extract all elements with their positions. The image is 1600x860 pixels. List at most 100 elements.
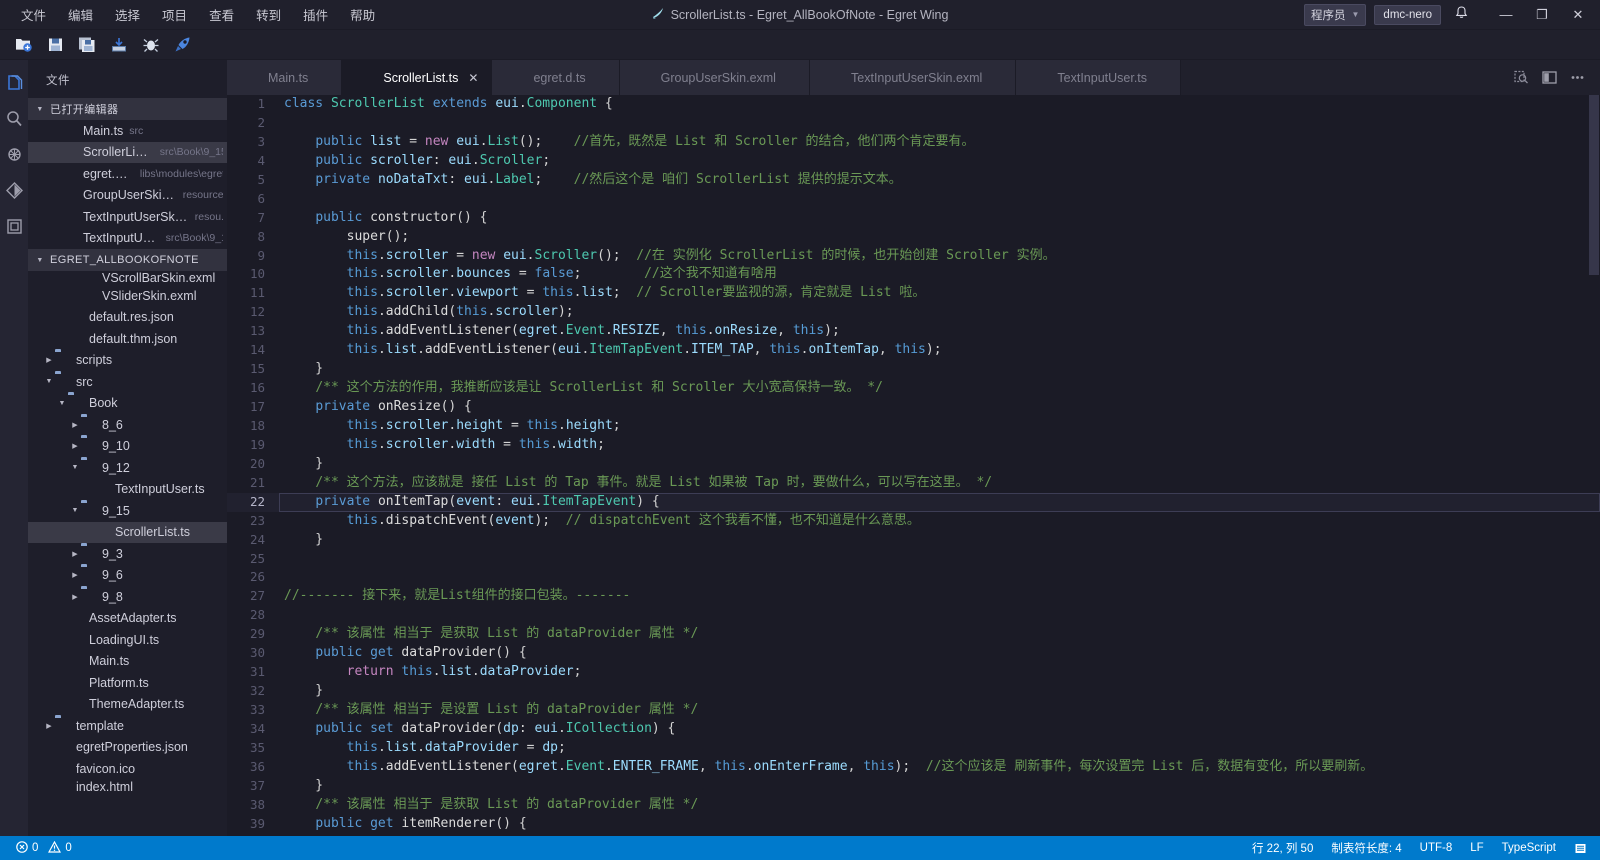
tree-file-item[interactable]: Platform.ts xyxy=(28,672,227,694)
close-button[interactable]: ✕ xyxy=(1560,0,1596,30)
run-rocket-icon[interactable] xyxy=(168,32,198,58)
tree-folder-item[interactable]: ▶ 9_8 xyxy=(28,586,227,608)
problems-status[interactable]: 0 0 xyxy=(7,836,81,860)
editor-scrollbar-thumb[interactable] xyxy=(1589,95,1599,275)
cursor-position[interactable]: 行 22, 列 50 xyxy=(1243,836,1322,860)
tree-folder-item[interactable]: ▼ 9_15 xyxy=(28,500,227,522)
twisty-expanded-icon[interactable]: ▼ xyxy=(43,378,55,385)
editor-tab[interactable]: ScrollerList.ts ✕ xyxy=(342,60,493,95)
tree-folder-item[interactable]: ▼ Book xyxy=(28,393,227,415)
menu-item-select[interactable]: 选择 xyxy=(104,0,151,29)
line-number: 33 xyxy=(249,702,265,717)
section-project-root[interactable]: ▼ EGRET_ALLBOOKOFNOTE xyxy=(28,249,227,271)
code-editor[interactable]: 1 class ScrollerList extends eui.Componen… xyxy=(227,95,1600,836)
maximize-button[interactable]: ❐ xyxy=(1524,0,1560,30)
editor-tab[interactable]: GroupUserSkin.exml✕ xyxy=(619,60,811,95)
tree-folder-item[interactable]: ▶ 9_10 xyxy=(28,436,227,458)
menu-item-help[interactable]: 帮助 xyxy=(339,0,386,29)
menu-item-plugins[interactable]: 插件 xyxy=(292,0,339,29)
publish-icon[interactable] xyxy=(104,32,134,58)
preview-icon[interactable] xyxy=(1508,65,1534,91)
editor-scrollbar[interactable] xyxy=(1588,95,1600,836)
extensions-icon[interactable] xyxy=(0,210,28,242)
code-line: 4 public scroller: eui.Scroller; xyxy=(227,152,1600,171)
new-file-icon[interactable] xyxy=(8,32,38,58)
twisty-collapsed-icon[interactable]: ▶ xyxy=(69,421,81,429)
end-of-line[interactable]: LF xyxy=(1461,836,1492,860)
search-icon[interactable] xyxy=(0,102,28,134)
twisty-expanded-icon[interactable]: ▼ xyxy=(56,400,68,407)
open-editor-item[interactable]: Main.ts src xyxy=(28,120,227,142)
tree-file-item[interactable]: ScrollerList.ts xyxy=(28,521,227,543)
bell-icon[interactable] xyxy=(1449,6,1474,23)
editor-tab[interactable]: TextInputUserSkin.exml✕ xyxy=(810,60,1017,95)
twisty-collapsed-icon[interactable]: ▶ xyxy=(43,722,55,730)
tree-folder-item[interactable]: ▶ 9_6 xyxy=(28,565,227,587)
tree-folder-item[interactable]: ▼ 9_12 xyxy=(28,457,227,479)
twisty-collapsed-icon[interactable]: ▶ xyxy=(69,442,81,450)
menu-item-edit[interactable]: 编辑 xyxy=(57,0,104,29)
more-actions-icon[interactable] xyxy=(1564,65,1590,91)
tree-file-item[interactable]: egretProperties.json xyxy=(28,737,227,759)
role-dropdown[interactable]: 程序员 ▼ xyxy=(1304,3,1367,26)
minimize-button[interactable]: — xyxy=(1488,0,1524,30)
editor-tab[interactable]: Main.ts✕ xyxy=(227,60,343,95)
tree-file-item[interactable]: default.res.json xyxy=(28,307,227,329)
open-editor-item[interactable]: ScrollerList.ts src\Book\9_15 xyxy=(28,141,227,163)
tree-folder-item[interactable]: ▶ 9_3 xyxy=(28,543,227,565)
split-editor-icon[interactable] xyxy=(1536,65,1562,91)
tree-file-item[interactable]: TextInputUser.ts xyxy=(28,479,227,501)
open-editor-item[interactable]: egret.d.ts libs\modules\egret xyxy=(28,163,227,185)
twisty-expanded-icon[interactable]: ▼ xyxy=(69,464,81,471)
tree-file-item[interactable]: AssetAdapter.ts xyxy=(28,608,227,630)
line-number: 24 xyxy=(249,531,265,547)
source-control-icon[interactable] xyxy=(0,174,28,206)
tree-folder-item[interactable]: ▶ scripts xyxy=(28,350,227,372)
tree-folder-item[interactable]: ▶ template xyxy=(28,715,227,737)
tree-file-item[interactable]: Main.ts xyxy=(28,651,227,673)
tree-folder-item[interactable]: ▶ 8_6 xyxy=(28,414,227,436)
twisty-collapsed-icon[interactable]: ▶ xyxy=(69,550,81,558)
tree-file-item[interactable]: VSliderSkin.exml xyxy=(28,285,227,307)
user-account-button[interactable]: dmc-nero xyxy=(1374,4,1441,25)
tree-file-item[interactable]: index.html xyxy=(28,780,227,794)
open-editor-item[interactable]: GroupUserSkin.exml resource... xyxy=(28,185,227,207)
open-editor-item[interactable]: TextInputUser.ts src\Book\9_12 xyxy=(28,228,227,250)
menu-item-view[interactable]: 查看 xyxy=(198,0,245,29)
menu-item-goto[interactable]: 转到 xyxy=(245,0,292,29)
explorer-icon[interactable] xyxy=(0,66,28,98)
generic-file-icon xyxy=(55,761,71,777)
save-icon[interactable] xyxy=(40,32,70,58)
tree-file-item[interactable]: favicon.ico xyxy=(28,758,227,780)
open-editor-item[interactable]: TextInputUserSkin.exml resou... xyxy=(28,206,227,228)
typescript-file-icon xyxy=(240,70,256,86)
language-mode[interactable]: TypeScript xyxy=(1493,836,1565,860)
debug-bug-icon[interactable] xyxy=(136,32,166,58)
tab-size[interactable]: 制表符长度: 4 xyxy=(1322,836,1410,860)
editor-tab[interactable]: egret.d.ts✕ xyxy=(492,60,620,95)
save-all-icon[interactable] xyxy=(72,32,102,58)
code-line: 25 xyxy=(227,550,1600,569)
section-open-editors[interactable]: ▼ 已打开编辑器 xyxy=(28,98,227,120)
twisty-collapsed-icon[interactable]: ▶ xyxy=(43,356,55,364)
open-editor-name: GroupUserSkin.exml xyxy=(83,188,177,203)
tab-close-icon[interactable]: ✕ xyxy=(468,71,478,85)
feedback-icon[interactable] xyxy=(1565,836,1596,860)
tree-file-item[interactable]: default.thm.json xyxy=(28,328,227,350)
editor-tab[interactable]: TextInputUser.ts✕ xyxy=(1016,60,1182,95)
line-number: 1 xyxy=(257,96,265,111)
debug-icon[interactable] xyxy=(0,138,28,170)
twisty-collapsed-icon[interactable]: ▶ xyxy=(69,593,81,601)
encoding[interactable]: UTF-8 xyxy=(1411,836,1462,860)
tree-folder-item[interactable]: ▼ src xyxy=(28,371,227,393)
tree-file-item[interactable]: LoadingUI.ts xyxy=(28,629,227,651)
menu-item-project[interactable]: 项目 xyxy=(151,0,198,29)
typescript-file-icon xyxy=(68,675,84,691)
twisty-collapsed-icon[interactable]: ▶ xyxy=(69,571,81,579)
twisty-expanded-icon[interactable]: ▼ xyxy=(69,507,81,514)
tree-file-item[interactable]: VScrollBarSkin.exml xyxy=(28,271,227,285)
folder-open-icon xyxy=(55,374,71,390)
menu-item-file[interactable]: 文件 xyxy=(10,0,57,29)
tree-file-item[interactable]: ThemeAdapter.ts xyxy=(28,694,227,716)
